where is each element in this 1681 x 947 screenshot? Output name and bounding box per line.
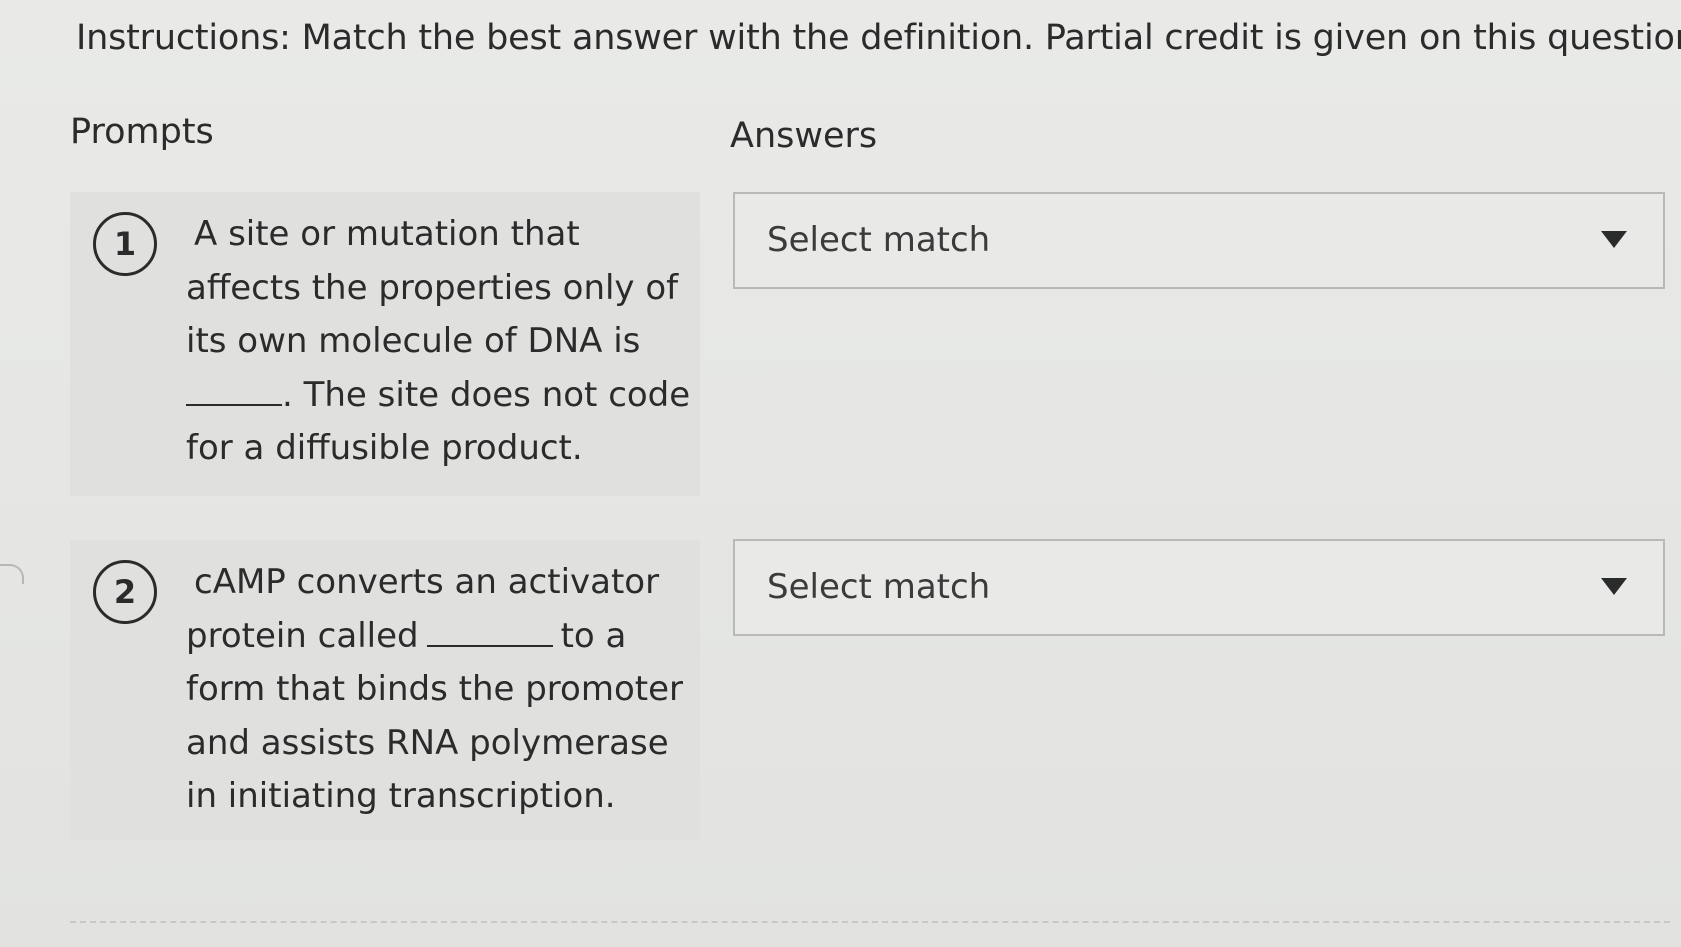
prompt-card-2: 2 cAMP converts an activator protein cal… bbox=[70, 540, 700, 840]
prompt-text-2: cAMP converts an activator protein calle… bbox=[186, 556, 696, 824]
prompt-line-text: . The site does not code bbox=[282, 374, 691, 415]
fill-in-blank bbox=[186, 403, 282, 406]
prompt-line: cAMP converts an activator bbox=[194, 562, 660, 602]
answer-select-1[interactable]: Select match bbox=[733, 192, 1665, 289]
select-placeholder: Select match bbox=[767, 220, 991, 260]
prompt-line: its own molecule of DNA is bbox=[186, 321, 641, 361]
prompt-text-1: A site or mutation that affects the prop… bbox=[186, 208, 696, 476]
prompt-card-1: 1 A site or mutation that affects the pr… bbox=[70, 192, 700, 496]
prompt-line: A site or mutation that bbox=[194, 214, 580, 254]
prompts-header: Prompts bbox=[70, 112, 214, 152]
fill-in-blank bbox=[426, 644, 553, 647]
caret-down-icon bbox=[1601, 231, 1627, 248]
prompt-number-badge: 2 bbox=[93, 560, 157, 624]
select-placeholder: Select match bbox=[767, 567, 991, 607]
prompt-line: and assists RNA polymerase bbox=[186, 722, 669, 763]
caret-down-icon bbox=[1601, 578, 1627, 595]
section-divider bbox=[70, 921, 1670, 923]
answer-select-2[interactable]: Select match bbox=[733, 539, 1665, 636]
prompt-line: protein called to a bbox=[186, 610, 696, 664]
answers-header: Answers bbox=[730, 116, 878, 156]
page: Instructions: Match the best answer with… bbox=[0, 0, 1681, 947]
prompt-line: form that binds the promoter bbox=[186, 669, 683, 709]
prompt-line-text: protein called bbox=[186, 615, 419, 656]
prompt-line: . The site does not code bbox=[186, 369, 696, 423]
prompt-line: for a diffusible product. bbox=[186, 428, 583, 468]
prompt-number-badge: 1 bbox=[93, 212, 157, 276]
prompt-line-text: to a bbox=[560, 615, 627, 656]
scroll-edge-indicator bbox=[0, 564, 24, 584]
prompt-line: in initiating transcription. bbox=[186, 776, 616, 816]
instructions-text: Instructions: Match the best answer with… bbox=[76, 18, 1681, 58]
prompt-line: affects the properties only of bbox=[186, 267, 679, 308]
